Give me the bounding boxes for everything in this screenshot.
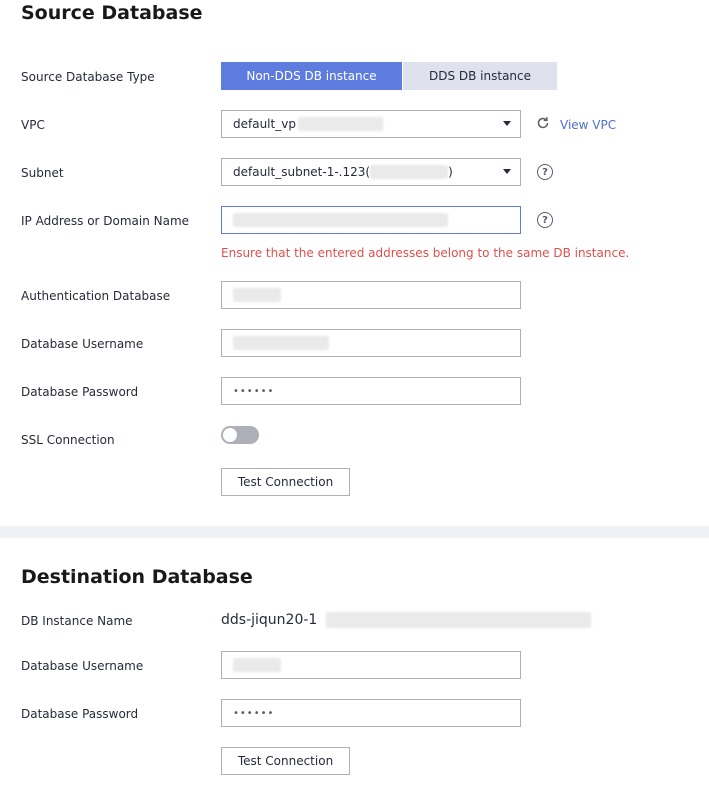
vpc-select[interactable]: default_vp (221, 110, 521, 138)
ip-address-input[interactable] (221, 206, 521, 234)
ip-address-error: Ensure that the entered addresses belong… (221, 246, 630, 260)
redacted-text (233, 288, 281, 302)
password-value: •••••• (233, 707, 275, 719)
ip-address-help-icon[interactable]: ? (537, 212, 553, 228)
ssl-toggle[interactable] (221, 426, 259, 444)
redacted-text (233, 658, 281, 672)
source-password-label: Database Password (21, 385, 139, 399)
vpc-label: VPC (21, 118, 45, 132)
subnet-label: Subnet (21, 166, 64, 180)
non-dds-instance-option[interactable]: Non-DDS DB instance (221, 62, 402, 90)
chevron-down-icon (503, 169, 511, 174)
source-section-title: Source Database (21, 2, 203, 24)
source-username-label: Database Username (21, 337, 144, 351)
instance-name-value: dds-jiqun20-1 (221, 612, 591, 628)
auth-db-input[interactable] (221, 281, 521, 309)
view-vpc-link[interactable]: View VPC (560, 118, 616, 132)
refresh-icon[interactable] (536, 116, 550, 130)
toggle-knob (223, 428, 237, 442)
destination-section-title: Destination Database (21, 566, 253, 588)
destination-password-input[interactable]: •••••• (221, 699, 521, 727)
source-password-input[interactable]: •••••• (221, 377, 521, 405)
subnet-help-icon[interactable]: ? (537, 164, 553, 180)
subnet-select-suffix: ) (448, 165, 453, 179)
subnet-select-value: default_subnet-1-.123( (233, 165, 371, 179)
source-username-input[interactable] (221, 329, 521, 357)
password-value: •••••• (233, 385, 275, 397)
section-divider (0, 526, 709, 538)
redacted-text (370, 165, 449, 179)
redacted-text (233, 213, 448, 227)
ssl-label: SSL Connection (21, 433, 115, 447)
redacted-text (297, 117, 383, 131)
dds-instance-option[interactable]: DDS DB instance (403, 62, 557, 90)
ip-address-label: IP Address or Domain Name (21, 214, 190, 228)
redacted-text (233, 336, 329, 350)
source-type-label: Source Database Type (21, 70, 155, 84)
chevron-down-icon (503, 121, 511, 126)
source-test-connection-button[interactable]: Test Connection (221, 468, 350, 496)
redacted-text (325, 612, 591, 628)
destination-username-input[interactable] (221, 651, 521, 679)
destination-password-label: Database Password (21, 707, 139, 721)
vpc-select-value: default_vp (233, 117, 296, 131)
subnet-select[interactable]: default_subnet-1-.123( ) (221, 158, 521, 186)
instance-name-label: DB Instance Name (21, 614, 133, 628)
auth-db-label: Authentication Database (21, 289, 171, 303)
instance-name-text: dds-jiqun20-1 (221, 612, 318, 628)
destination-test-connection-button[interactable]: Test Connection (221, 747, 350, 775)
destination-username-label: Database Username (21, 659, 144, 673)
